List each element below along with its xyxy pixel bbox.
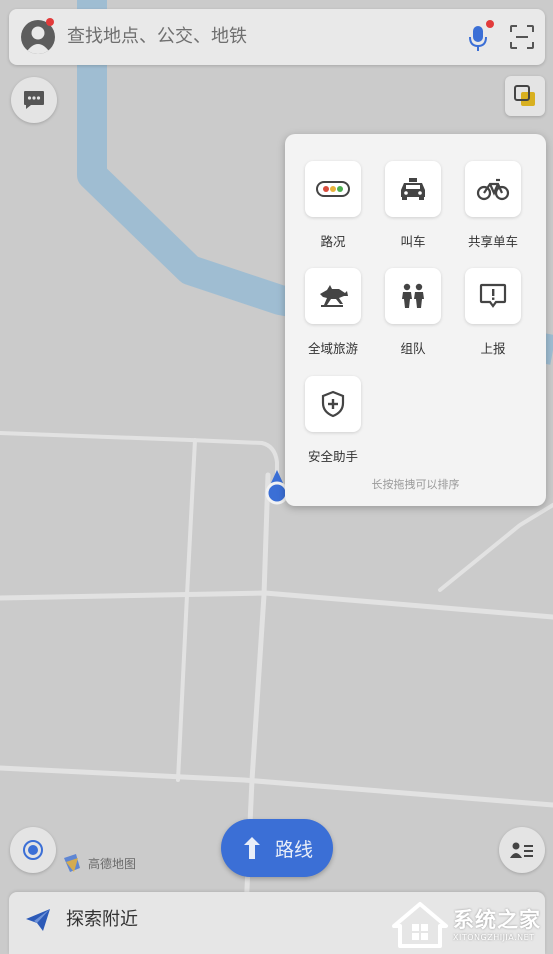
watermark-title: 系统之家 (453, 908, 541, 932)
microphone-badge (486, 20, 494, 28)
traffic-tile[interactable] (305, 161, 361, 217)
group-tile[interactable] (385, 268, 441, 324)
brand-logo: 高德地图 (62, 852, 136, 874)
taxi-icon (401, 178, 425, 200)
tool-bike[interactable]: 共享单车 (453, 161, 533, 250)
notification-dot (46, 18, 54, 26)
message-button[interactable] (11, 77, 57, 123)
location-target-icon (23, 840, 43, 860)
tool-label: 共享单车 (467, 234, 518, 249)
tool-tourism[interactable]: 全域旅游 (293, 268, 373, 357)
safety-tile[interactable] (305, 376, 361, 432)
report-tile[interactable] (465, 268, 521, 324)
tool-report[interactable]: 上报 (453, 268, 533, 357)
chat-bubble-icon (24, 91, 44, 109)
scan-icon[interactable] (510, 25, 534, 49)
route-arrow-icon (243, 837, 260, 859)
tool-label: 安全助手 (307, 449, 358, 464)
search-bar[interactable]: 查找地点、公交、地铁 (9, 9, 545, 65)
tool-label: 叫车 (400, 234, 426, 249)
amap-logo-icon (64, 854, 80, 872)
route-label: 路线 (274, 838, 313, 861)
layers-icon (514, 85, 535, 106)
tool-traffic[interactable]: 路况 (293, 161, 373, 250)
locate-button[interactable] (10, 827, 56, 873)
tool-label: 路况 (320, 234, 346, 249)
logo-text: 高德地图 (88, 856, 137, 871)
watermark: 系统之家 XITONGZHIJIA.NET (390, 898, 550, 952)
watermark-url: XITONGZHIJIA.NET (453, 933, 535, 942)
horse-icon (320, 285, 348, 307)
person-list-icon (510, 842, 533, 858)
bicycle-icon (476, 178, 510, 201)
send-arrow-icon (26, 909, 50, 931)
tool-taxi[interactable]: 叫车 (373, 161, 453, 250)
traffic-light-icon (316, 181, 350, 197)
report-icon (479, 283, 507, 308)
shield-plus-icon (321, 390, 345, 418)
tool-group[interactable]: 组队 (373, 268, 453, 357)
group-icon (402, 283, 424, 308)
tools-panel: 路况 叫车 共享单车 全域旅游 组队 上报 安全助手 长按拖拽可以排序 (285, 134, 546, 506)
house-logo-icon (392, 902, 448, 948)
tool-label: 上报 (480, 341, 506, 356)
profile-list-button[interactable] (499, 827, 545, 873)
microphone-icon[interactable] (467, 24, 489, 52)
tool-safety[interactable]: 安全助手 (293, 376, 373, 465)
layers-button[interactable] (505, 76, 545, 116)
route-button[interactable]: 路线 (221, 819, 333, 877)
bike-tile[interactable] (465, 161, 521, 217)
tool-label: 组队 (400, 341, 426, 356)
explore-nearby-label: 探索附近 (66, 909, 138, 930)
tourism-tile[interactable] (305, 268, 361, 324)
tool-label: 全域旅游 (307, 341, 358, 356)
search-input[interactable]: 查找地点、公交、地铁 (67, 9, 247, 65)
panel-hint: 长按拖拽可以排序 (371, 478, 460, 491)
taxi-tile[interactable] (385, 161, 441, 217)
